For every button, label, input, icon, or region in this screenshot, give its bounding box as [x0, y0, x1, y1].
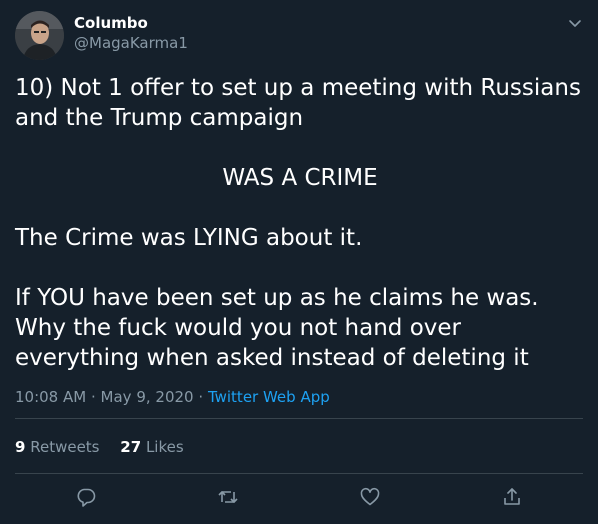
tweet-metadata: 10:08 AM · May 9, 2020 · Twitter Web App — [15, 388, 330, 406]
retweet-button[interactable] — [217, 486, 239, 508]
share-icon — [504, 488, 520, 505]
like-button[interactable] — [359, 486, 381, 508]
likes-label: Likes — [145, 438, 184, 456]
retweets-label: Retweets — [30, 438, 100, 456]
meta-separator: · — [90, 388, 96, 406]
tweet-date[interactable]: May 9, 2020 — [101, 388, 194, 406]
likes-count: 27 — [120, 438, 142, 456]
retweets-stat[interactable]: 9 Retweets — [15, 438, 100, 456]
tweet-detail: Columbo @MagaKarma1 10) Not 1 offer to s… — [0, 0, 598, 524]
tweet-paragraph: The Crime was LYING about it. — [15, 225, 363, 251]
divider — [15, 473, 583, 474]
likes-stat[interactable]: 27 Likes — [120, 438, 183, 456]
more-options-button[interactable] — [566, 14, 584, 32]
tweet-paragraph: WAS A CRIME — [222, 165, 378, 191]
avatar-image — [15, 11, 64, 60]
heart-icon — [360, 487, 380, 506]
tweet-text: 10) Not 1 offer to set up a meeting with… — [15, 73, 585, 373]
author-display-name[interactable]: Columbo — [74, 14, 148, 32]
engagement-stats: 9 Retweets 27 Likes — [15, 438, 200, 456]
share-button[interactable] — [501, 486, 523, 508]
divider — [15, 418, 583, 419]
retweets-count: 9 — [15, 438, 26, 456]
tweet-source-link[interactable]: Twitter Web App — [208, 388, 330, 406]
retweet-icon — [218, 491, 238, 503]
avatar[interactable] — [15, 11, 64, 60]
tweet-paragraph: 10) Not 1 offer to set up a meeting with… — [15, 75, 581, 131]
tweet-time[interactable]: 10:08 AM — [15, 388, 86, 406]
meta-separator: · — [198, 388, 204, 406]
author-handle[interactable]: @MagaKarma1 — [74, 34, 188, 52]
tweet-paragraph: If YOU have been set up as he claims he … — [15, 285, 539, 371]
reply-button[interactable] — [75, 486, 97, 508]
chevron-down-icon — [569, 20, 581, 27]
reply-icon — [77, 488, 96, 507]
